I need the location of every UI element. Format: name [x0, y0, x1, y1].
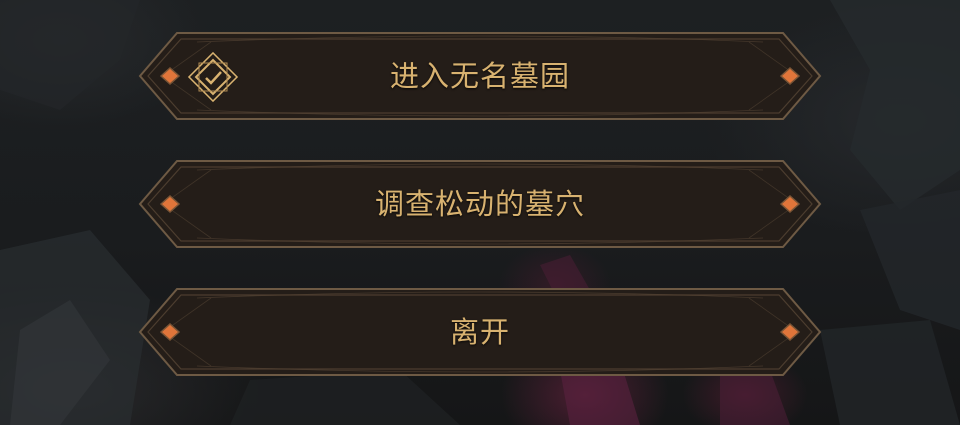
choice-label: 进入无名墓园 [389, 59, 570, 93]
choice-investigate-tomb[interactable]: 调查松动的墓穴 [137, 158, 823, 250]
choice-enter-graveyard[interactable]: 进入无名墓园 [137, 30, 823, 122]
choice-label: 离开 [449, 315, 510, 349]
choice-leave[interactable]: 离开 [137, 286, 823, 378]
choice-label: 调查松动的墓穴 [374, 187, 585, 221]
dialogue-choice-list: 进入无名墓园 调查松动的墓穴 离开 [137, 30, 823, 380]
